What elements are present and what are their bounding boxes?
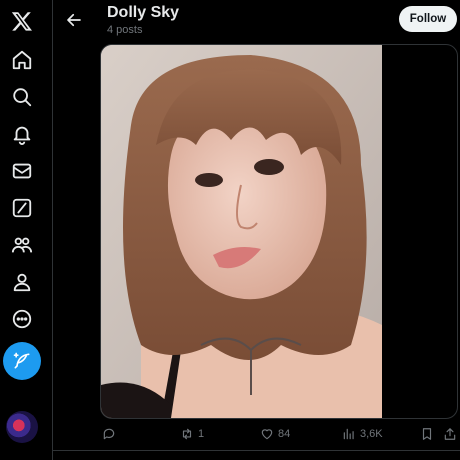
x-logo-icon[interactable] bbox=[3, 2, 41, 40]
heart-icon bbox=[261, 429, 273, 440]
profile-icon[interactable] bbox=[3, 263, 41, 301]
notifications-bell-icon[interactable] bbox=[3, 115, 41, 153]
account-avatar[interactable] bbox=[6, 411, 38, 443]
repost-button[interactable]: 1 bbox=[180, 424, 204, 444]
sidebar-divider bbox=[52, 0, 53, 460]
messages-envelope-icon[interactable] bbox=[3, 152, 41, 190]
repost-icon bbox=[182, 428, 192, 440]
bookmark-icon bbox=[422, 428, 432, 440]
compose-feather-icon bbox=[13, 352, 30, 369]
back-button[interactable] bbox=[62, 8, 86, 32]
search-icon[interactable] bbox=[3, 78, 41, 116]
profile-name: Dolly Sky bbox=[107, 4, 180, 21]
repost-count: 1 bbox=[198, 428, 205, 440]
like-count: 84 bbox=[278, 428, 291, 440]
post-actions: 1 84 3,6K bbox=[100, 424, 460, 444]
post-media[interactable] bbox=[100, 44, 458, 419]
bottom-divider bbox=[53, 450, 460, 451]
posts-count: 4 posts bbox=[107, 24, 143, 36]
reply-button[interactable] bbox=[102, 424, 120, 444]
communities-icon[interactable] bbox=[3, 226, 41, 264]
back-arrow-icon bbox=[67, 13, 81, 27]
bookmark-button[interactable] bbox=[420, 424, 434, 444]
more-icon[interactable] bbox=[3, 300, 41, 338]
views-button[interactable]: 3,6K bbox=[342, 424, 383, 444]
share-icon bbox=[444, 428, 456, 440]
like-button[interactable]: 84 bbox=[260, 424, 290, 444]
views-chart-icon bbox=[343, 428, 354, 440]
home-icon[interactable] bbox=[3, 41, 41, 79]
sidebar bbox=[0, 0, 44, 460]
grok-icon[interactable] bbox=[3, 189, 41, 227]
post-photo[interactable] bbox=[101, 45, 382, 418]
compose-button[interactable] bbox=[3, 342, 41, 380]
reply-icon bbox=[103, 428, 115, 440]
views-count: 3,6K bbox=[360, 428, 383, 440]
share-button[interactable] bbox=[443, 424, 457, 444]
follow-button[interactable]: Follow bbox=[399, 6, 457, 32]
